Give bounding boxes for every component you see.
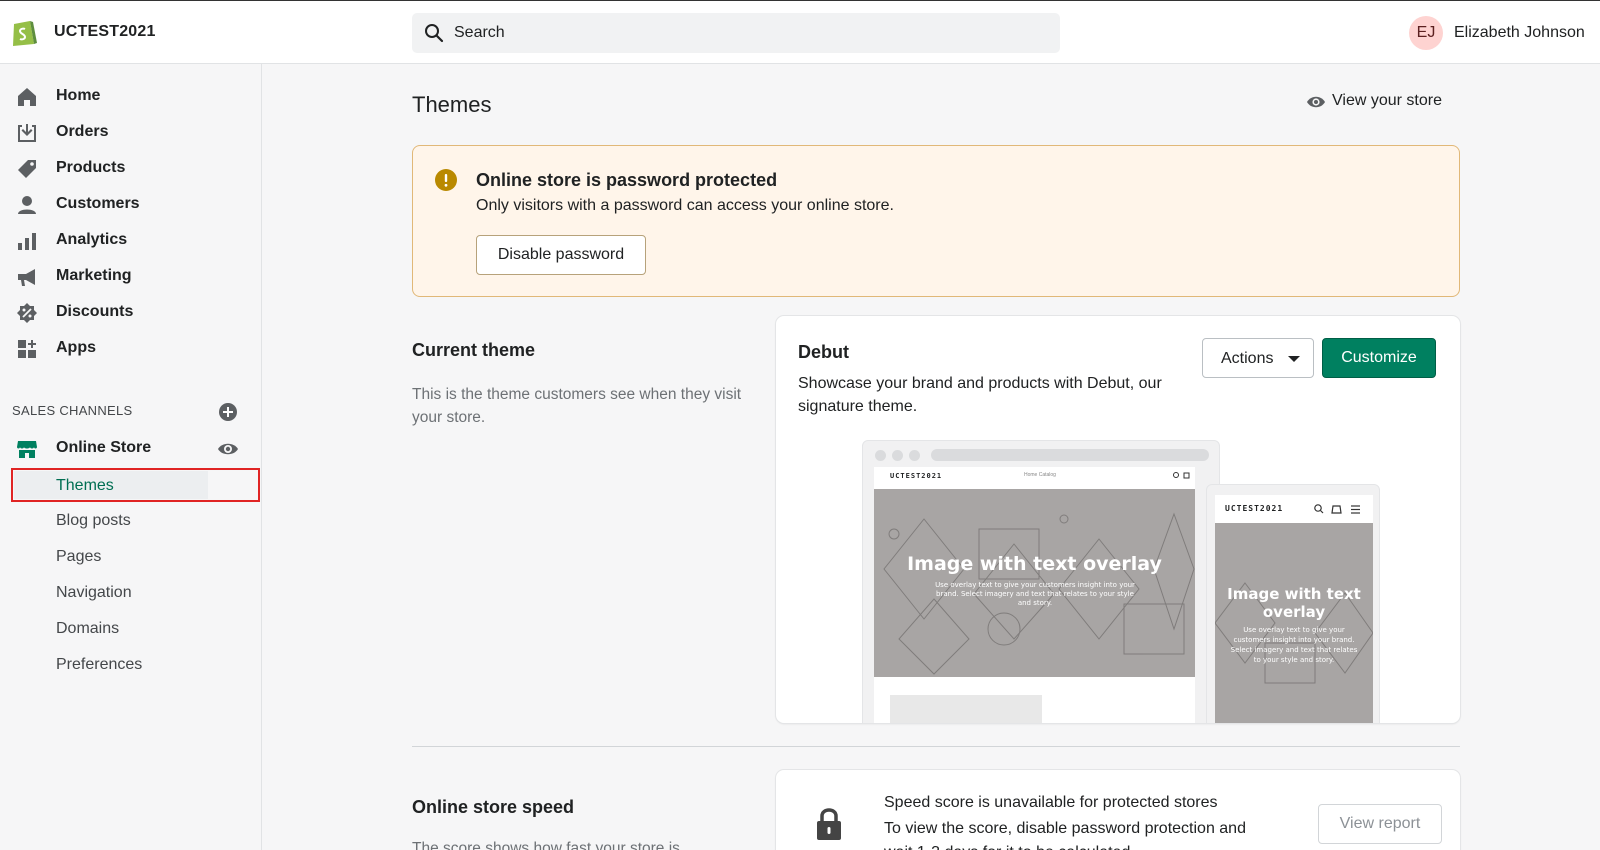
preview-content-block [890,695,1042,723]
sidebar-subitem-preferences[interactable]: Preferences [56,656,142,674]
section-divider [412,746,1460,747]
mobile-preview: UCTEST2021 Image with text overlay Use o… [1206,484,1380,723]
theme-card: Debut Showcase your brand and products w… [776,316,1460,723]
sidebar-item-label: Orders [56,123,109,140]
preview-mobile-menu-icons [1314,504,1360,514]
store-speed-heading: Online store speed [412,797,575,817]
desktop-hero-title: Image with text overlay [907,553,1162,575]
sidebar-subitem-label: Themes [56,477,114,494]
orders-icon [18,124,36,142]
window-dot [909,450,920,461]
window-dot [875,450,886,461]
user-name[interactable]: Elizabeth Johnson [1454,24,1585,42]
sidebar-item-home[interactable]: Home [0,78,262,114]
sidebar-item-label: Apps [56,339,96,356]
preview-url-bar [931,449,1209,461]
person-icon [18,196,36,214]
store-name[interactable]: UCTEST2021 [54,23,156,41]
sidebar: Home Orders Products Customers Analytics… [0,64,262,850]
preview-search-cart-icon [1173,472,1190,479]
sidebar-item-label: Products [56,159,126,176]
sidebar-item-products[interactable]: Products [0,150,262,186]
current-theme-heading: Current theme [412,340,536,360]
sidebar-item-apps[interactable]: Apps [0,330,262,366]
actions-dropdown-button[interactable]: Actions [1202,338,1314,378]
preview-mobile-store-name: UCTEST2021 [1225,504,1284,513]
bar-chart-icon [18,233,36,250]
mobile-hero-subtitle: Use overlay text to give your customers … [1230,626,1358,664]
sidebar-item-orders[interactable]: Orders [0,114,262,150]
tag-icon [18,160,36,178]
desktop-hero-image: Image with text overlay Use overlay text… [874,489,1195,677]
sidebar-subitem-navigation[interactable]: Navigation [56,584,132,602]
mobile-hero-title: Image with text overlay [1227,585,1361,621]
preview-store-name: UCTEST2021 [890,472,943,480]
window-dot [892,450,903,461]
current-theme-description: This is the theme customers see when the… [412,386,742,426]
store-speed-description: The score shows how fast your store is [412,840,680,850]
sidebar-item-label: Marketing [56,267,132,284]
banner-description: Only visitors with a password can access… [476,197,894,214]
desktop-preview: UCTEST2021 Home Catalog Image with text … [862,440,1220,723]
password-warning-banner: Online store is password protected Only … [412,145,1460,297]
storefront-icon [17,441,37,458]
eye-icon [1307,96,1325,108]
search-placeholder: Search [454,24,505,41]
caret-down-icon [1288,356,1300,362]
sidebar-subitem-themes[interactable]: Themes [11,468,260,502]
mobile-hero-image: Image with text overlay Use overlay text… [1215,523,1373,723]
speed-card-title: Speed score is unavailable for protected… [884,794,1218,811]
add-channel-plus-icon[interactable] [218,402,238,422]
theme-description: Showcase your brand and products with De… [798,375,1162,415]
theme-name: Debut [798,342,849,362]
sidebar-item-marketing[interactable]: Marketing [0,258,262,294]
view-store-label: View your store [1332,92,1442,109]
sidebar-item-analytics[interactable]: Analytics [0,222,262,258]
mobile-preview-screen: UCTEST2021 Image with text overlay Use o… [1215,495,1373,723]
page-title: Themes [412,92,492,117]
discount-icon [17,303,37,323]
sidebar-subitem-domains[interactable]: Domains [56,620,119,638]
home-icon [18,88,36,106]
sales-channels-heading: SALES CHANNELS [12,403,133,418]
banner-title: Online store is password protected [476,170,778,190]
view-report-button[interactable]: View report [1318,804,1442,844]
top-bar: UCTEST2021 Search EJ Elizabeth Johnson [0,0,1600,64]
megaphone-icon [18,269,35,286]
sidebar-subitem-pages[interactable]: Pages [56,548,101,566]
warning-icon [435,169,457,191]
actions-label: Actions [1221,350,1274,367]
customize-button[interactable]: Customize [1322,338,1436,378]
eye-icon[interactable] [217,439,239,459]
search-icon [425,24,444,43]
avatar[interactable]: EJ [1409,16,1443,50]
desktop-hero-subtitle: Use overlay text to give your customers … [935,581,1135,607]
speed-card-description: To view the score, disable password prot… [884,820,1246,850]
sidebar-item-label: Discounts [56,303,134,320]
apps-icon [18,340,36,358]
sidebar-subitem-blog-posts[interactable]: Blog posts [56,512,131,530]
sidebar-item-label: Customers [56,195,140,212]
desktop-preview-screen: UCTEST2021 Home Catalog Image with text … [874,467,1195,723]
disable-password-button[interactable]: Disable password [476,235,646,275]
speed-score-card: Speed score is unavailable for protected… [776,770,1460,850]
lock-icon [817,808,841,840]
sidebar-item-label: Online Store [56,439,152,456]
shopify-logo-icon[interactable] [10,17,38,47]
sidebar-item-label: Home [56,87,101,104]
sidebar-item-customers[interactable]: Customers [0,186,262,222]
hero-illustration [1215,582,1373,684]
preview-nav-links: Home Catalog [1024,472,1056,478]
sidebar-item-discounts[interactable]: Discounts [0,294,262,330]
search-bar[interactable]: Search [412,13,1060,53]
sidebar-item-label: Analytics [56,231,128,248]
